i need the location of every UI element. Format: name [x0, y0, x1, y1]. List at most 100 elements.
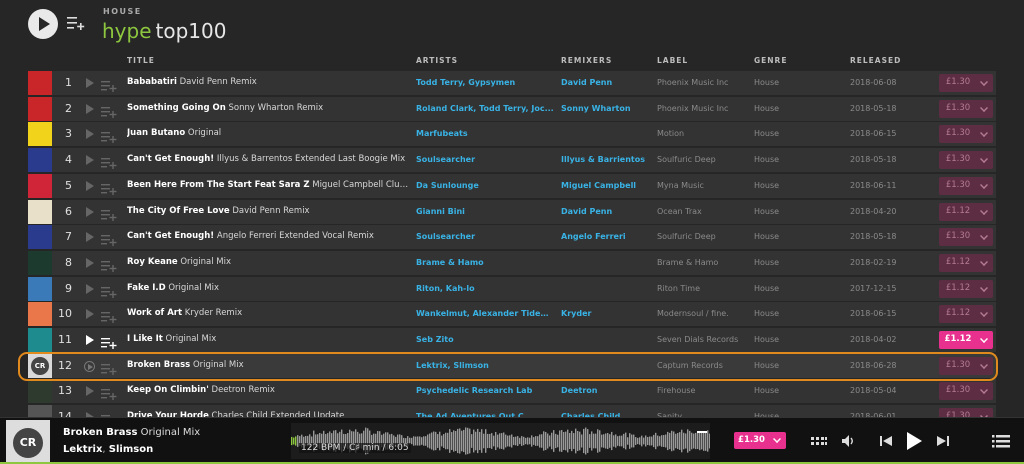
track-label[interactable]: Soulfuric Deep [657, 155, 747, 164]
track-artists[interactable]: Gianni Bini [416, 207, 554, 216]
track-remixers[interactable]: Angelo Ferreri [561, 232, 649, 241]
track-artwork[interactable] [28, 328, 52, 352]
track-genre[interactable]: House [754, 386, 779, 395]
buy-button[interactable]: £1.12 [939, 253, 993, 272]
buy-button[interactable]: £1.30 [939, 151, 993, 170]
track-label[interactable]: Modernsoul / fine. [657, 309, 747, 318]
track-row[interactable]: 2 Something Going On Sonny Wharton Remix R… [28, 96, 996, 121]
track-artists[interactable]: Wankelmut, Alexander Tideb... [416, 309, 554, 318]
track-artists[interactable]: Seb Zito [416, 335, 554, 344]
track-label[interactable]: Phoenix Music Inc [657, 104, 747, 113]
track-genre[interactable]: House [754, 129, 779, 138]
track-row[interactable]: 13 Keep On Climbin' Deetron Remix Psychede… [28, 379, 996, 404]
buy-button[interactable]: £1.30 [734, 432, 786, 449]
track-label[interactable]: Ocean Trax [657, 207, 747, 216]
play-all-button[interactable] [28, 9, 58, 39]
buy-button[interactable]: £1.30 [939, 356, 993, 375]
track-row[interactable]: 5 Been Here From The Start Feat Sara Z Mi… [28, 173, 996, 198]
track-title[interactable]: Roy Keane Original Mix [127, 257, 412, 267]
track-label[interactable]: Phoenix Music Inc [657, 78, 747, 87]
track-artists[interactable]: Marfubeats [416, 129, 554, 138]
play-track-icon[interactable] [86, 335, 94, 345]
buy-button[interactable]: £1.30 [939, 408, 993, 417]
track-artists[interactable]: Brame & Hamo [416, 258, 554, 267]
track-row[interactable]: 11 I Like It Original Mix Seb Zito Seven Di… [28, 328, 996, 352]
play-track-icon[interactable] [84, 360, 95, 372]
track-row[interactable]: CR 12 Broken Brass Original Mix Lektrix, Sl… [28, 353, 996, 378]
track-artwork[interactable] [28, 122, 52, 147]
track-title[interactable]: I Like It Original Mix [127, 334, 412, 344]
track-title[interactable]: Juan Butano Original [127, 128, 412, 138]
track-label[interactable]: Brame & Hamo [657, 258, 747, 267]
buy-button[interactable]: £1.12 [939, 279, 993, 298]
play-track-icon[interactable] [86, 78, 94, 88]
menu-icon[interactable] [992, 432, 1010, 450]
play-track-icon[interactable] [86, 180, 94, 191]
track-genre[interactable]: House [754, 207, 779, 216]
play-track-icon[interactable] [86, 309, 94, 320]
track-artwork[interactable]: CR [28, 353, 52, 378]
add-to-queue-icon[interactable] [101, 360, 117, 375]
track-title[interactable]: Been Here From The Start Feat Sara Z Mig… [127, 180, 412, 190]
play-track-icon[interactable] [86, 257, 94, 268]
previous-track-icon[interactable] [879, 432, 893, 450]
track-remixers[interactable]: Miguel Campbell [561, 181, 649, 190]
track-row[interactable]: 7 Can't Get Enough! Angelo Ferreri Extend… [28, 225, 996, 250]
column-artists[interactable]: ARTISTS [416, 56, 458, 65]
track-label[interactable]: Riton Time [657, 284, 747, 293]
add-to-queue-icon[interactable] [101, 257, 117, 272]
track-artwork[interactable] [28, 71, 52, 95]
buy-button[interactable]: £1.30 [939, 125, 993, 144]
buy-button[interactable]: £1.30 [939, 228, 993, 247]
track-genre[interactable]: House [754, 232, 779, 241]
track-label[interactable]: Captum Records [657, 361, 747, 370]
column-remixers[interactable]: REMIXERS [561, 56, 612, 65]
track-title[interactable]: Fake I.D Original Mix [127, 283, 412, 293]
now-playing-title[interactable]: Broken Brass Original Mix [63, 427, 200, 438]
add-to-queue-icon[interactable] [101, 128, 117, 144]
buy-button[interactable]: £1.30 [939, 382, 993, 401]
add-to-queue-icon[interactable] [101, 231, 117, 247]
track-label[interactable]: Myna Music [657, 181, 747, 190]
track-title[interactable]: Can't Get Enough! Angelo Ferreri Extende… [127, 231, 412, 241]
track-genre[interactable]: House [754, 361, 779, 370]
track-title[interactable]: Broken Brass Original Mix [127, 360, 412, 370]
column-label[interactable]: LABEL [657, 56, 688, 65]
now-playing-artist[interactable]: Slimson [109, 444, 153, 455]
play-track-icon[interactable] [86, 129, 94, 140]
track-title[interactable]: Can't Get Enough! Illyus & Barrentos Ext… [127, 154, 412, 164]
track-label[interactable]: Soulfuric Deep [657, 232, 747, 241]
track-title[interactable]: Bababatiri David Penn Remix [127, 77, 412, 87]
track-genre[interactable]: House [754, 335, 779, 344]
track-artwork[interactable] [28, 276, 52, 301]
buy-button[interactable]: £1.30 [939, 99, 993, 118]
add-to-queue-icon[interactable] [67, 15, 85, 31]
track-artists[interactable]: Roland Clark, Todd Terry, Joc... [416, 104, 554, 113]
add-to-queue-icon[interactable] [101, 180, 117, 195]
track-remixers[interactable]: Kryder [561, 309, 649, 318]
track-artists[interactable]: Lektrix, Slimson [416, 361, 554, 370]
now-playing-artist[interactable]: Lektrix [63, 444, 102, 455]
add-to-queue-icon[interactable] [101, 385, 117, 401]
track-remixers[interactable]: David Penn [561, 78, 649, 87]
track-artwork[interactable] [28, 173, 52, 198]
track-remixers[interactable]: Deetron [561, 386, 649, 395]
buy-button[interactable]: £1.12 [939, 202, 993, 221]
next-track-icon[interactable] [936, 432, 950, 450]
add-to-queue-icon[interactable] [101, 308, 117, 324]
track-title[interactable]: The City Of Free Love David Penn Remix [127, 206, 412, 216]
buy-button[interactable]: £1.30 [939, 74, 993, 92]
track-genre[interactable]: House [754, 309, 779, 318]
track-artists[interactable]: Riton, Kah-lo [416, 284, 554, 293]
play-track-icon[interactable] [86, 386, 94, 397]
play-track-icon[interactable] [86, 155, 94, 166]
waveform[interactable]: 122 BPM / C♯ min / 6:05 [291, 423, 710, 459]
track-artists[interactable]: Da Sunlounge [416, 181, 554, 190]
track-title[interactable]: Work of Art Kryder Remix [127, 308, 412, 318]
add-to-queue-icon[interactable] [101, 154, 117, 170]
track-label[interactable]: Firehouse [657, 386, 747, 395]
track-artists[interactable]: Psychedelic Research Lab [416, 386, 554, 395]
track-artwork[interactable] [28, 302, 52, 327]
track-row[interactable]: 1 Bababatiri David Penn Remix Todd Terry, … [28, 71, 996, 95]
track-remixers[interactable]: David Penn [561, 207, 649, 216]
